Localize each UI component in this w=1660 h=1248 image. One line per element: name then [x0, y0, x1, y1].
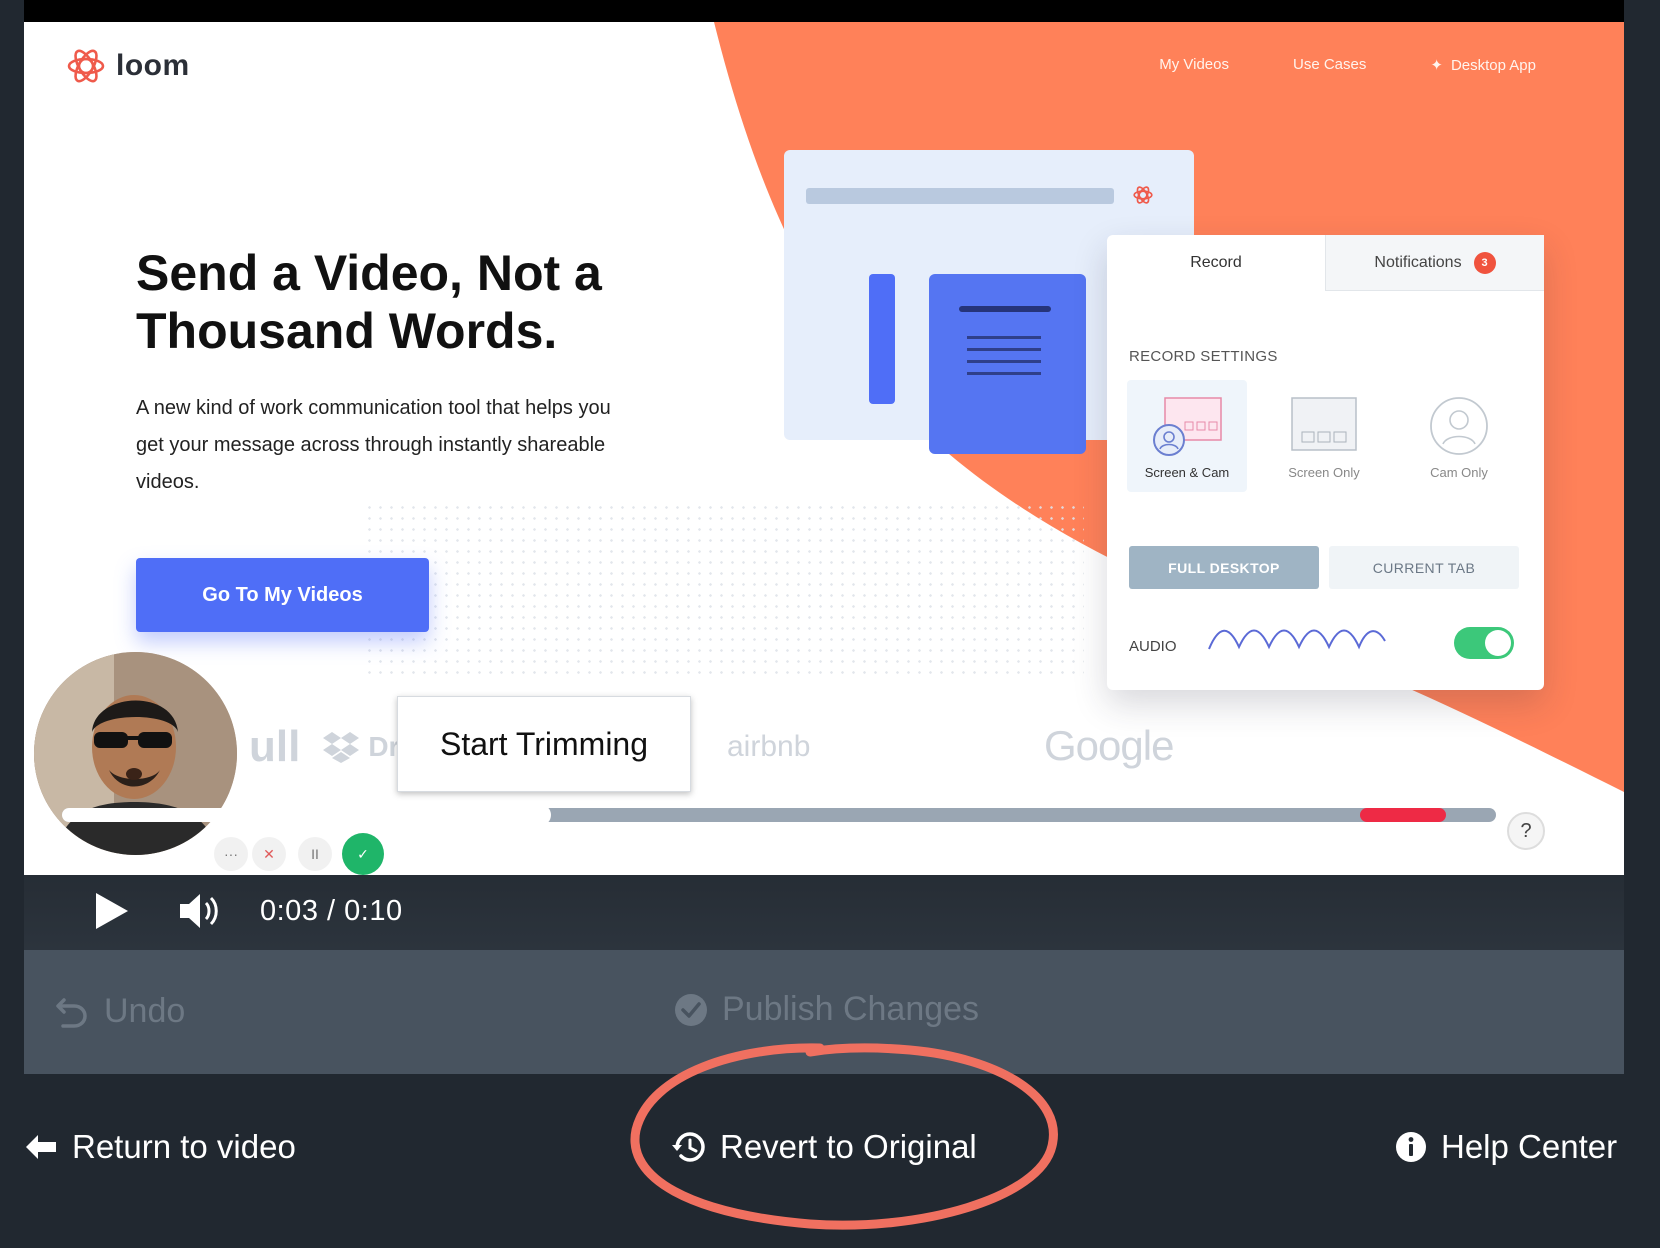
hero-title: Send a Video, Not a Thousand Words. — [136, 245, 602, 359]
trim-range-marker[interactable] — [1359, 808, 1446, 822]
current-tab-button[interactable]: CURRENT TAB — [1329, 546, 1519, 589]
info-icon — [1396, 1132, 1426, 1162]
webcam-bubble[interactable] — [34, 652, 237, 855]
illustration-document-card — [929, 274, 1086, 454]
audio-toggle[interactable] — [1454, 627, 1514, 659]
help-label: Help Center — [1441, 1128, 1618, 1165]
logo-google: Google — [1044, 722, 1174, 769]
nav-my-videos[interactable]: My Videos — [1159, 56, 1229, 74]
mode-label: Screen & Cam — [1144, 465, 1230, 480]
time-separator: / — [327, 895, 336, 927]
audio-wave-icon — [1208, 629, 1386, 650]
nav-use-cases[interactable]: Use Cases — [1293, 56, 1366, 74]
recorder-tabs: Record Notifications 3 — [1107, 235, 1544, 291]
volume-icon[interactable] — [178, 891, 222, 931]
loom-logo[interactable]: loom — [66, 46, 190, 86]
video-top-bar — [24, 0, 1624, 22]
revert-to-original-button[interactable]: Revert to Original — [670, 1128, 977, 1166]
help-bubble-button[interactable]: ? — [1507, 812, 1545, 850]
edit-actions-bar: Undo Publish Changes — [24, 950, 1624, 1074]
duration: 0:10 — [344, 895, 403, 927]
pause-icon: II — [311, 846, 319, 862]
question-icon: ? — [1520, 819, 1532, 842]
return-label: Return to video — [72, 1128, 296, 1165]
undo-label: Undo — [104, 992, 186, 1030]
brand-name: loom — [116, 49, 190, 82]
logo-airbnb: airbnb — [727, 730, 811, 763]
mode-label: Cam Only — [1430, 465, 1488, 480]
mode-screen-and-cam[interactable]: Screen & Cam — [1127, 380, 1247, 492]
finish-recording-button[interactable]: ✓ — [342, 833, 384, 875]
notifications-badge: 3 — [1473, 251, 1496, 274]
video-frame[interactable]: loom My Videos Use Cases ✦ Desktop App S… — [24, 22, 1624, 875]
publish-changes-button[interactable]: Publish Changes — [674, 990, 979, 1029]
cancel-recording-button[interactable]: ✕ — [252, 837, 286, 871]
screen-only-icon — [1291, 397, 1357, 451]
start-trimming-label: Start Trimming — [439, 725, 649, 762]
publish-label: Publish Changes — [722, 990, 980, 1028]
undo-button[interactable]: Undo — [54, 992, 185, 1031]
hero-subtitle: A new kind of work communication tool th… — [136, 397, 611, 493]
current-time: 0:03 — [260, 895, 319, 927]
nav-desktop-app-label: Desktop App — [1450, 56, 1536, 74]
player-controls: 0:03 / 0:10 — [24, 875, 1624, 950]
return-to-video-link[interactable]: Return to video — [24, 1128, 296, 1166]
trim-editor-page: loom My Videos Use Cases ✦ Desktop App S… — [0, 0, 1660, 1248]
sparkle-icon: ✦ — [1430, 57, 1443, 74]
tab-record[interactable]: Record — [1107, 235, 1325, 291]
start-trimming-popup[interactable]: Start Trimming — [397, 696, 691, 792]
illustration-card-left — [869, 274, 895, 404]
nav-desktop-app[interactable]: ✦ Desktop App — [1430, 56, 1536, 75]
playback-time: 0:03 / 0:10 — [260, 895, 403, 928]
browser-address-bar — [806, 188, 1114, 204]
trim-timeline[interactable] — [62, 804, 1496, 826]
recorder-panel: Record Notifications 3 RECORD SETTINGS S… — [1107, 235, 1544, 690]
mode-label: Screen Only — [1288, 465, 1360, 480]
undo-icon — [56, 997, 87, 1028]
logo-full-text: ull — [249, 722, 301, 771]
toggle-knob — [1485, 630, 1511, 656]
revert-label: Revert to Original — [720, 1128, 977, 1165]
go-to-my-videos-button[interactable]: Go To My Videos — [136, 558, 429, 632]
more-options-button[interactable]: ··· — [214, 837, 248, 871]
history-icon — [672, 1132, 705, 1162]
tab-notifications[interactable]: Notifications 3 — [1325, 235, 1544, 291]
more-icon: ··· — [224, 846, 238, 862]
check-circle-icon — [675, 993, 707, 1026]
mode-screen-only[interactable]: Screen Only — [1264, 380, 1384, 492]
loom-small-icon — [1133, 186, 1153, 204]
close-icon: ✕ — [263, 845, 275, 862]
timeline-progress — [62, 808, 540, 822]
record-settings-title: RECORD SETTINGS — [1129, 348, 1278, 365]
dot-pattern — [364, 502, 1084, 682]
mode-cam-only[interactable]: Cam Only — [1399, 380, 1519, 492]
site-nav: My Videos Use Cases ✦ Desktop App — [1159, 56, 1536, 74]
dropbox-icon — [323, 732, 360, 763]
pause-recording-button[interactable]: II — [298, 837, 332, 871]
full-desktop-button[interactable]: FULL DESKTOP — [1129, 546, 1319, 589]
loom-logo-icon — [67, 49, 105, 83]
timeline-handle[interactable] — [528, 804, 551, 826]
arrow-left-icon — [26, 1135, 56, 1159]
audio-label: AUDIO — [1129, 638, 1177, 655]
tab-notifications-label: Notifications — [1374, 253, 1462, 271]
help-center-link[interactable]: Help Center — [1395, 1128, 1617, 1166]
cam-only-icon — [1430, 397, 1488, 455]
checkmark-icon: ✓ — [357, 845, 369, 862]
screen-and-cam-icon — [1153, 397, 1222, 456]
tab-record-label: Record — [1190, 254, 1242, 271]
play-icon[interactable] — [94, 891, 130, 931]
presenter-avatar — [34, 652, 237, 855]
